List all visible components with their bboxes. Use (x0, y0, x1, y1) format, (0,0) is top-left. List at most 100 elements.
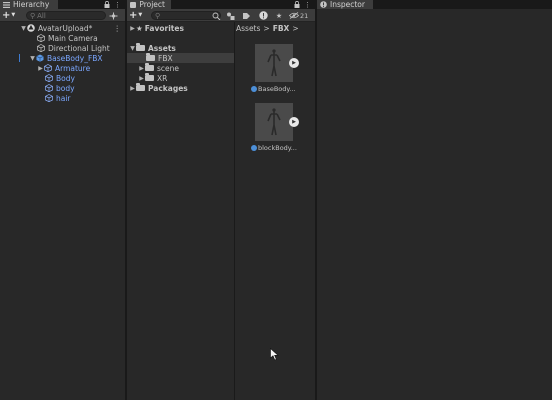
hierarchy-item-body[interactable]: Body (0, 73, 125, 83)
search-by-type-icon[interactable] (211, 11, 221, 20)
create-dropdown-button[interactable]: + ▼ (127, 10, 145, 21)
tree-xr-label: XR (157, 73, 168, 83)
hierarchy-search-input[interactable]: ⚲ All (26, 11, 106, 20)
plus-icon: + (129, 9, 138, 21)
expand-arrow-icon[interactable]: ▶ (129, 85, 136, 92)
humanoid-model-preview (267, 108, 281, 136)
gameobject-cube-icon (45, 84, 53, 92)
hierarchy-panel: Hierarchy ⋮ + ▼ ⚲ All ▼ AvatarUpload* ⋮ M… (0, 0, 125, 400)
hierarchy-item-directional-light[interactable]: Directional Light (0, 43, 125, 53)
hierarchy-item-label: Directional Light (48, 43, 110, 53)
tree-packages-label: Packages (148, 83, 188, 93)
search-icon: ⚲ (30, 11, 36, 20)
mouse-cursor-icon (270, 348, 279, 361)
gameobject-cube-icon (37, 34, 45, 42)
hierarchy-item-label: Main Camera (48, 33, 98, 43)
tab-hierarchy[interactable]: Hierarchy (0, 0, 58, 9)
folder-icon (145, 73, 154, 81)
breadcrumb: Assets > FBX > (236, 24, 299, 33)
project-tab-menu: ⋮ (294, 0, 311, 9)
hierarchy-item-label: body (56, 83, 75, 93)
tree-favorites[interactable]: ▶ ★ Favorites (127, 23, 233, 33)
asset-basebody[interactable]: ▶ BaseBody... (251, 44, 299, 93)
scene-visibility-icon[interactable] (108, 11, 118, 20)
expand-arrow-icon[interactable]: ▼ (20, 25, 27, 32)
hierarchy-tab-menu: ⋮ (104, 0, 121, 9)
hidden-packages-toggle[interactable]: 21 (289, 11, 311, 20)
folder-icon (136, 43, 145, 51)
project-panel: Project ⋮ + ▼ ⚲ ★ 21 ▶ ★ Favorites ▼ Ass… (127, 0, 315, 400)
model-prefab-icon (251, 145, 257, 151)
expand-arrow-icon[interactable]: ▶ (138, 65, 145, 72)
asset-thumbnail: ▶ (255, 103, 299, 141)
unity-scene-icon (27, 24, 35, 32)
expand-arrow-icon[interactable]: ▶ (129, 25, 136, 32)
scene-kebab-icon[interactable]: ⋮ (114, 24, 122, 33)
tree-packages[interactable]: ▶ Packages (127, 83, 233, 93)
star-icon: ★ (136, 23, 143, 33)
tree-scene[interactable]: ▶ scene (127, 63, 233, 73)
asset-thumbnail: ▶ (255, 44, 299, 82)
list-icon (3, 1, 10, 8)
info-icon (320, 1, 327, 8)
asset-name: BaseBody... (258, 85, 296, 93)
favorite-star-icon[interactable]: ★ (274, 11, 284, 20)
asset-label-row: blockBody... (251, 144, 297, 152)
expand-arrow-icon[interactable]: ▼ (29, 55, 36, 62)
scene-name: AvatarUpload* (38, 23, 93, 33)
breadcrumb-assets[interactable]: Assets (236, 24, 260, 33)
hierarchy-item-label: BaseBody_FBX (47, 53, 103, 63)
tree-xr[interactable]: ▶ XR (127, 73, 233, 83)
filter-type-icon[interactable] (225, 11, 235, 20)
hierarchy-item-label: hair (56, 93, 71, 103)
tree-fbx[interactable]: FBX (127, 53, 234, 63)
info-filter-icon[interactable] (258, 11, 268, 20)
play-preview-icon[interactable]: ▶ (289, 58, 299, 68)
scene-row[interactable]: ▼ AvatarUpload* ⋮ (0, 23, 125, 33)
folder-icon (136, 83, 145, 91)
tab-project[interactable]: Project (127, 0, 171, 9)
gameobject-cube-icon (45, 74, 53, 82)
project-tabbar: Project ⋮ (127, 0, 315, 9)
hierarchy-item-main-camera[interactable]: Main Camera (0, 33, 125, 43)
project-split-divider[interactable] (234, 22, 235, 400)
tab-project-label: Project (139, 0, 165, 9)
kebab-menu-icon[interactable]: ⋮ (114, 1, 121, 9)
breadcrumb-separator: > (263, 24, 270, 33)
breadcrumb-fbx[interactable]: FBX (273, 24, 290, 33)
tree-assets-label: Assets (148, 43, 176, 53)
lock-icon[interactable] (104, 1, 110, 8)
hierarchy-item-basebody-fbx[interactable]: ▼ BaseBody_FBX (0, 53, 125, 63)
asset-blockbody[interactable]: ▶ blockBody... (251, 103, 299, 152)
asset-label-row: BaseBody... (251, 85, 297, 93)
tab-inspector-label: Inspector (330, 0, 365, 9)
caret-down-icon: ▼ (138, 12, 143, 18)
hierarchy-item-label: Body (56, 73, 75, 83)
hierarchy-item-hair[interactable]: hair (0, 93, 125, 103)
asset-name: blockBody... (258, 144, 297, 152)
folder-icon (145, 63, 154, 71)
kebab-menu-icon[interactable]: ⋮ (304, 1, 311, 9)
play-preview-icon[interactable]: ▶ (289, 117, 299, 127)
expand-arrow-icon[interactable]: ▶ (37, 65, 44, 72)
project-toolbar: + ▼ ⚲ ★ 21 (127, 9, 315, 22)
expand-arrow-icon[interactable]: ▶ (138, 75, 145, 82)
hierarchy-item-armature[interactable]: ▶ Armature (0, 63, 125, 73)
gameobject-cube-icon (45, 94, 53, 102)
model-prefab-icon (251, 86, 257, 92)
tree-assets[interactable]: ▼ Assets (127, 43, 233, 53)
humanoid-model-preview (267, 49, 281, 77)
hierarchy-item-label: Armature (55, 63, 91, 73)
folder-icon (146, 53, 155, 61)
plus-icon: + (2, 9, 11, 21)
search-icon: ⚲ (155, 11, 161, 20)
inspector-tabbar: Inspector (317, 0, 552, 9)
selection-marker (19, 54, 20, 62)
gameobject-cube-icon (44, 64, 52, 72)
tab-inspector[interactable]: Inspector (317, 0, 373, 9)
lock-icon[interactable] (294, 1, 300, 8)
label-filter-icon[interactable] (241, 11, 251, 20)
expand-arrow-icon[interactable]: ▼ (129, 45, 136, 52)
create-dropdown-button[interactable]: + ▼ (0, 10, 18, 21)
hierarchy-item-body-lower[interactable]: body (0, 83, 125, 93)
